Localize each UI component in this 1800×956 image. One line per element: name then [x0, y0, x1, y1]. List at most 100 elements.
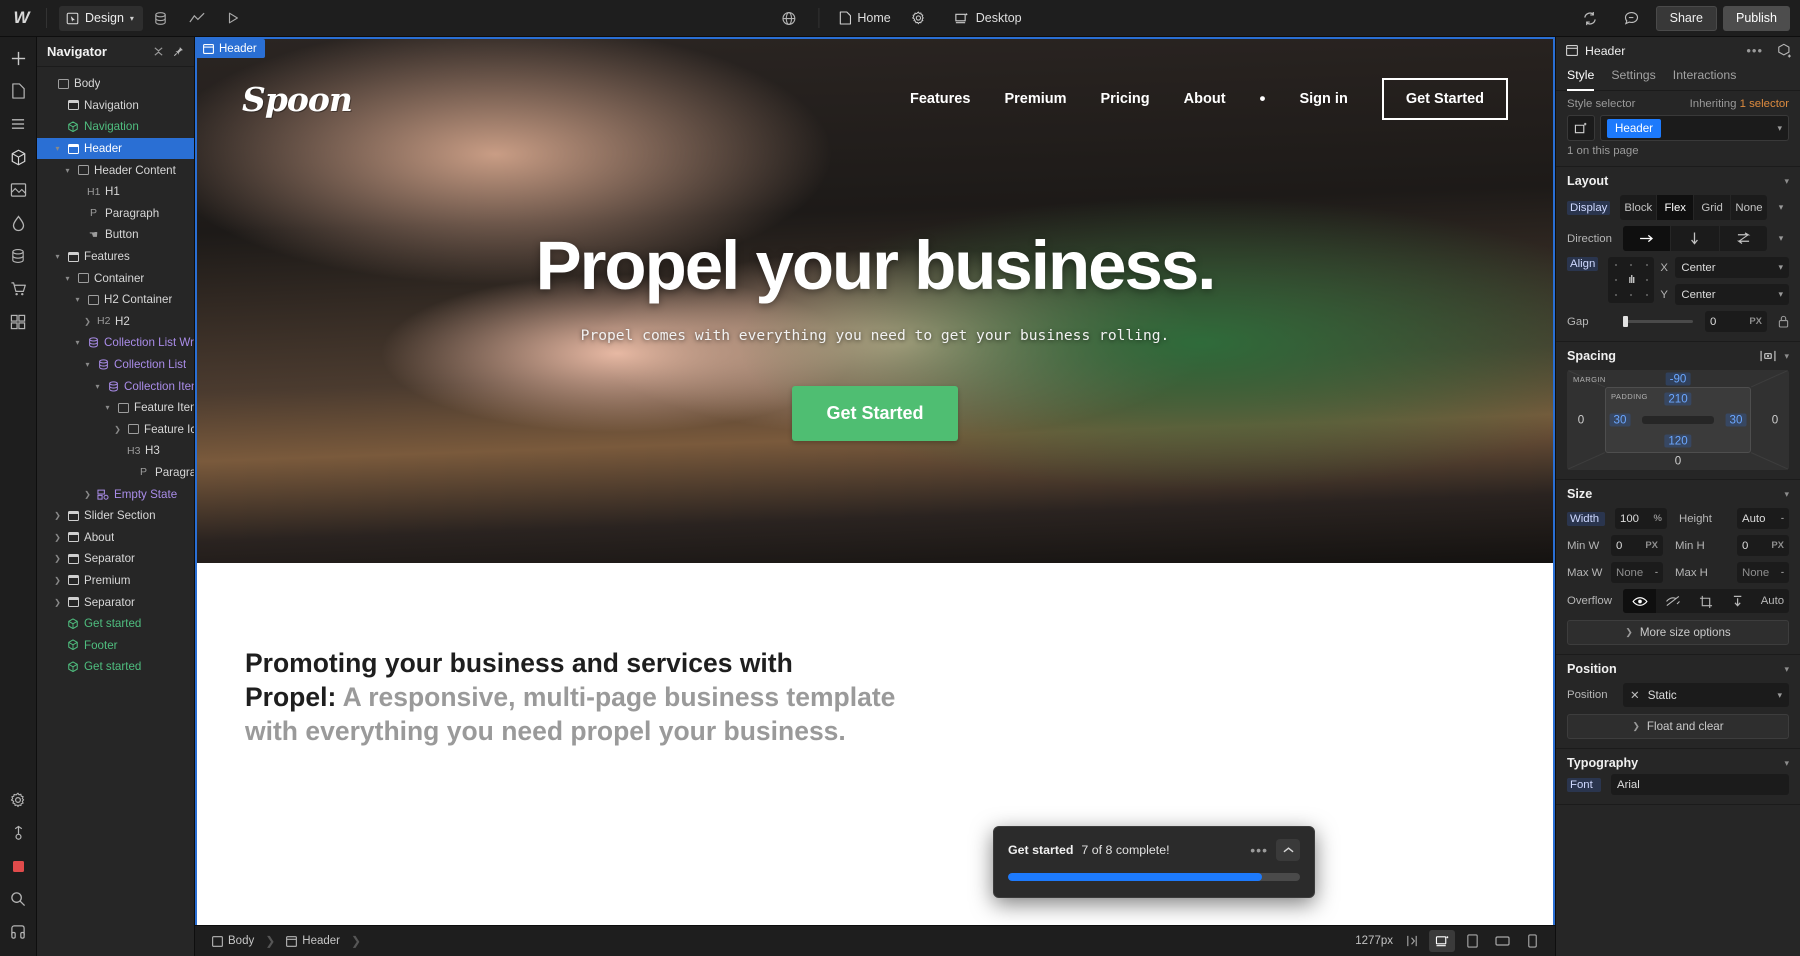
chevron-down-icon[interactable]: ▾: [1777, 123, 1782, 134]
chevron-down-icon[interactable]: ▾: [63, 166, 72, 175]
direction-horizontal-button[interactable]: [1623, 226, 1672, 251]
align-grid-picker[interactable]: ıǀı: [1608, 257, 1655, 303]
height-input[interactable]: Auto -: [1737, 508, 1789, 529]
navigator-item[interactable]: ❯ Premium: [37, 570, 194, 592]
tab-interactions[interactable]: Interactions: [1673, 68, 1737, 91]
chevron-down-icon[interactable]: ▾: [1773, 233, 1789, 244]
nav-link-more[interactable]: •: [1260, 89, 1266, 109]
site-canvas[interactable]: Header Spoon Features Premium Pricing Ab…: [195, 37, 1555, 925]
search-button[interactable]: [3, 884, 33, 914]
help-button[interactable]: [3, 917, 33, 947]
min-height-input[interactable]: 0 PX: [1737, 535, 1789, 556]
tab-settings[interactable]: Settings: [1611, 68, 1655, 91]
get-started-panel[interactable]: Get started 7 of 8 complete! •••: [993, 826, 1315, 898]
breakpoint-selector[interactable]: Desktop: [947, 5, 1030, 31]
navigator-item[interactable]: P Paragraph: [37, 203, 194, 225]
max-width-input[interactable]: None -: [1611, 562, 1663, 583]
navigator-item[interactable]: Footer: [37, 634, 194, 656]
chevron-down-icon[interactable]: ▾: [1784, 489, 1789, 500]
chevron-down-icon[interactable]: ▾: [53, 144, 62, 153]
more-size-options-button[interactable]: ❯ More size options: [1567, 620, 1789, 645]
navigator-item[interactable]: ❯ Separator: [37, 548, 194, 570]
min-width-input[interactable]: 0 PX: [1611, 535, 1663, 556]
navigator-item[interactable]: H1 H1: [37, 181, 194, 203]
share-button[interactable]: Share: [1655, 5, 1717, 31]
navigator-item[interactable]: ▾ Container: [37, 267, 194, 289]
chevron-right-icon[interactable]: ❯: [53, 511, 62, 520]
hero-section[interactable]: Header Spoon Features Premium Pricing Ab…: [197, 39, 1553, 563]
chevron-down-icon[interactable]: ▾: [73, 295, 82, 304]
resize-handle-icon[interactable]: [1399, 930, 1425, 952]
navigator-item[interactable]: ❯ Separator: [37, 591, 194, 613]
nav-link-pricing[interactable]: Pricing: [1101, 91, 1150, 107]
overflow-hidden-button[interactable]: [1656, 589, 1689, 613]
overflow-auto-button[interactable]: Auto: [1756, 589, 1789, 613]
navigator-item[interactable]: ❯ H2 H2: [37, 311, 194, 333]
ellipsis-icon[interactable]: •••: [1250, 842, 1268, 858]
device-mobile-landscape-icon[interactable]: [1489, 930, 1515, 952]
overflow-scroll-button[interactable]: [1689, 589, 1722, 613]
chevron-up-icon[interactable]: [1276, 839, 1300, 861]
spacing-control[interactable]: MARGIN PADDING -90 0 0 0 210 30 30 120: [1567, 370, 1789, 470]
lock-icon[interactable]: [1778, 315, 1789, 328]
selector-chip[interactable]: Header: [1607, 118, 1662, 138]
display-option-grid[interactable]: Grid: [1694, 195, 1732, 220]
width-input[interactable]: 100 %: [1615, 508, 1667, 529]
breadcrumb-header[interactable]: Header: [279, 932, 347, 950]
page-settings-button[interactable]: [901, 5, 937, 31]
chevron-right-icon[interactable]: ❯: [83, 490, 92, 499]
align-y-select[interactable]: Center ▾: [1675, 284, 1789, 305]
preview-button[interactable]: [215, 5, 251, 31]
navigator-item[interactable]: Navigation: [37, 116, 194, 138]
navigator-item[interactable]: ❯ About: [37, 526, 194, 548]
margin-bottom-value[interactable]: 0: [1675, 455, 1681, 468]
navigator-item[interactable]: ❯ Feature Icon: [37, 419, 194, 441]
navigator-button[interactable]: [3, 109, 33, 139]
collapse-icon[interactable]: [150, 44, 166, 60]
create-component-icon[interactable]: [1777, 43, 1792, 58]
chevron-right-icon[interactable]: ❯: [83, 317, 92, 326]
navigator-item[interactable]: ▾ H2 Container: [37, 289, 194, 311]
display-option-flex[interactable]: Flex: [1657, 195, 1695, 220]
navigator-item[interactable]: Body: [37, 73, 194, 95]
nav-link-features[interactable]: Features: [910, 91, 970, 107]
analytics-button[interactable]: [179, 5, 215, 31]
cms-panel-button[interactable]: [143, 5, 179, 31]
gap-slider-knob[interactable]: [1623, 316, 1628, 327]
site-settings-button[interactable]: [3, 785, 33, 815]
close-icon[interactable]: ✕: [1630, 688, 1640, 702]
inheriting-count[interactable]: 1 selector: [1740, 98, 1789, 110]
overflow-visible-button[interactable]: [1623, 589, 1657, 613]
chevron-down-icon[interactable]: ▾: [53, 252, 62, 261]
ellipsis-icon[interactable]: •••: [1746, 43, 1763, 58]
chevron-down-icon[interactable]: ▾: [63, 274, 72, 283]
gap-slider[interactable]: [1623, 316, 1693, 327]
chevron-right-icon[interactable]: ❯: [53, 576, 62, 585]
margin-left-value[interactable]: 0: [1578, 414, 1584, 427]
device-tablet-icon[interactable]: [1459, 930, 1485, 952]
nav-link-signin[interactable]: Sign in: [1299, 91, 1347, 107]
navigator-item[interactable]: ▾ Collection List Wrap: [37, 332, 194, 354]
navigator-item[interactable]: ▾ Header Content: [37, 159, 194, 181]
chevron-down-icon[interactable]: ▾: [1773, 202, 1789, 213]
apps-button[interactable]: [3, 307, 33, 337]
tab-style[interactable]: Style: [1567, 68, 1595, 91]
chevron-down-icon[interactable]: ▾: [1784, 758, 1789, 769]
padding-right-value[interactable]: 30: [1725, 413, 1747, 427]
navigator-item[interactable]: ▾ Collection Item: [37, 375, 194, 397]
position-select[interactable]: ✕ Static ▾: [1623, 683, 1789, 707]
align-x-select[interactable]: Center ▾: [1675, 257, 1789, 278]
navigator-item[interactable]: ▾ Collection List: [37, 354, 194, 376]
chevron-down-icon[interactable]: ▾: [73, 338, 82, 347]
margin-top-value[interactable]: -90: [1665, 372, 1691, 386]
direction-wrap-button[interactable]: [1720, 226, 1767, 251]
navigator-item[interactable]: H3 H3: [37, 440, 194, 462]
spacing-edit-icon[interactable]: [1760, 350, 1776, 362]
hero-cta-button[interactable]: Get Started: [792, 386, 958, 442]
add-elements-button[interactable]: [3, 43, 33, 73]
record-button[interactable]: [3, 851, 33, 881]
overflow-auto-icon-button[interactable]: [1723, 589, 1756, 613]
chevron-right-icon[interactable]: ❯: [53, 554, 62, 563]
navigator-item[interactable]: ☚ Button: [37, 224, 194, 246]
max-height-input[interactable]: None -: [1737, 562, 1789, 583]
